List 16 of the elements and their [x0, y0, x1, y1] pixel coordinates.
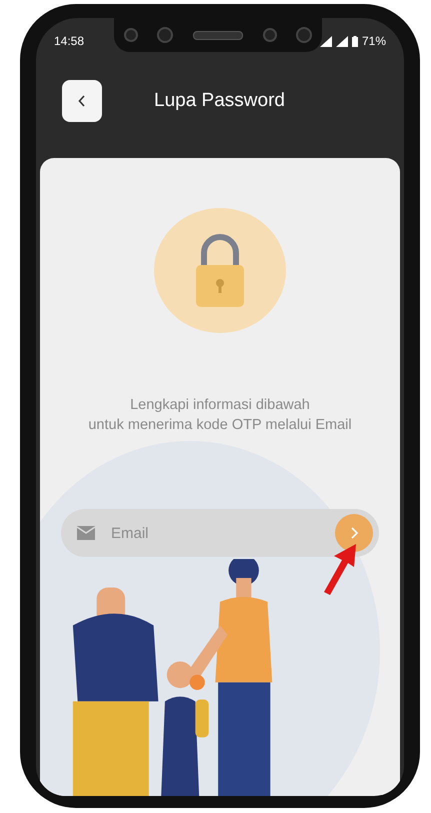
padlock-icon — [194, 232, 246, 309]
chevron-left-icon — [78, 95, 86, 107]
chevron-right-icon — [350, 527, 358, 539]
battery-percent: 71% — [362, 34, 386, 48]
signal-icon — [336, 36, 348, 46]
battery-icon — [352, 36, 358, 46]
email-field[interactable]: Email — [61, 509, 379, 557]
submit-button[interactable] — [335, 514, 373, 552]
envelope-icon — [77, 526, 95, 540]
status-time: 14:58 — [54, 34, 84, 48]
back-button[interactable] — [62, 80, 102, 122]
email-input[interactable]: Email — [109, 524, 321, 542]
instruction-text: Lengkapi informasi dibawah untuk menerima kode OTP melalui Email — [88, 396, 352, 436]
signal-icon — [320, 36, 332, 46]
page-title: Lupa Password — [154, 90, 285, 112]
annotation-arrow — [322, 544, 358, 596]
